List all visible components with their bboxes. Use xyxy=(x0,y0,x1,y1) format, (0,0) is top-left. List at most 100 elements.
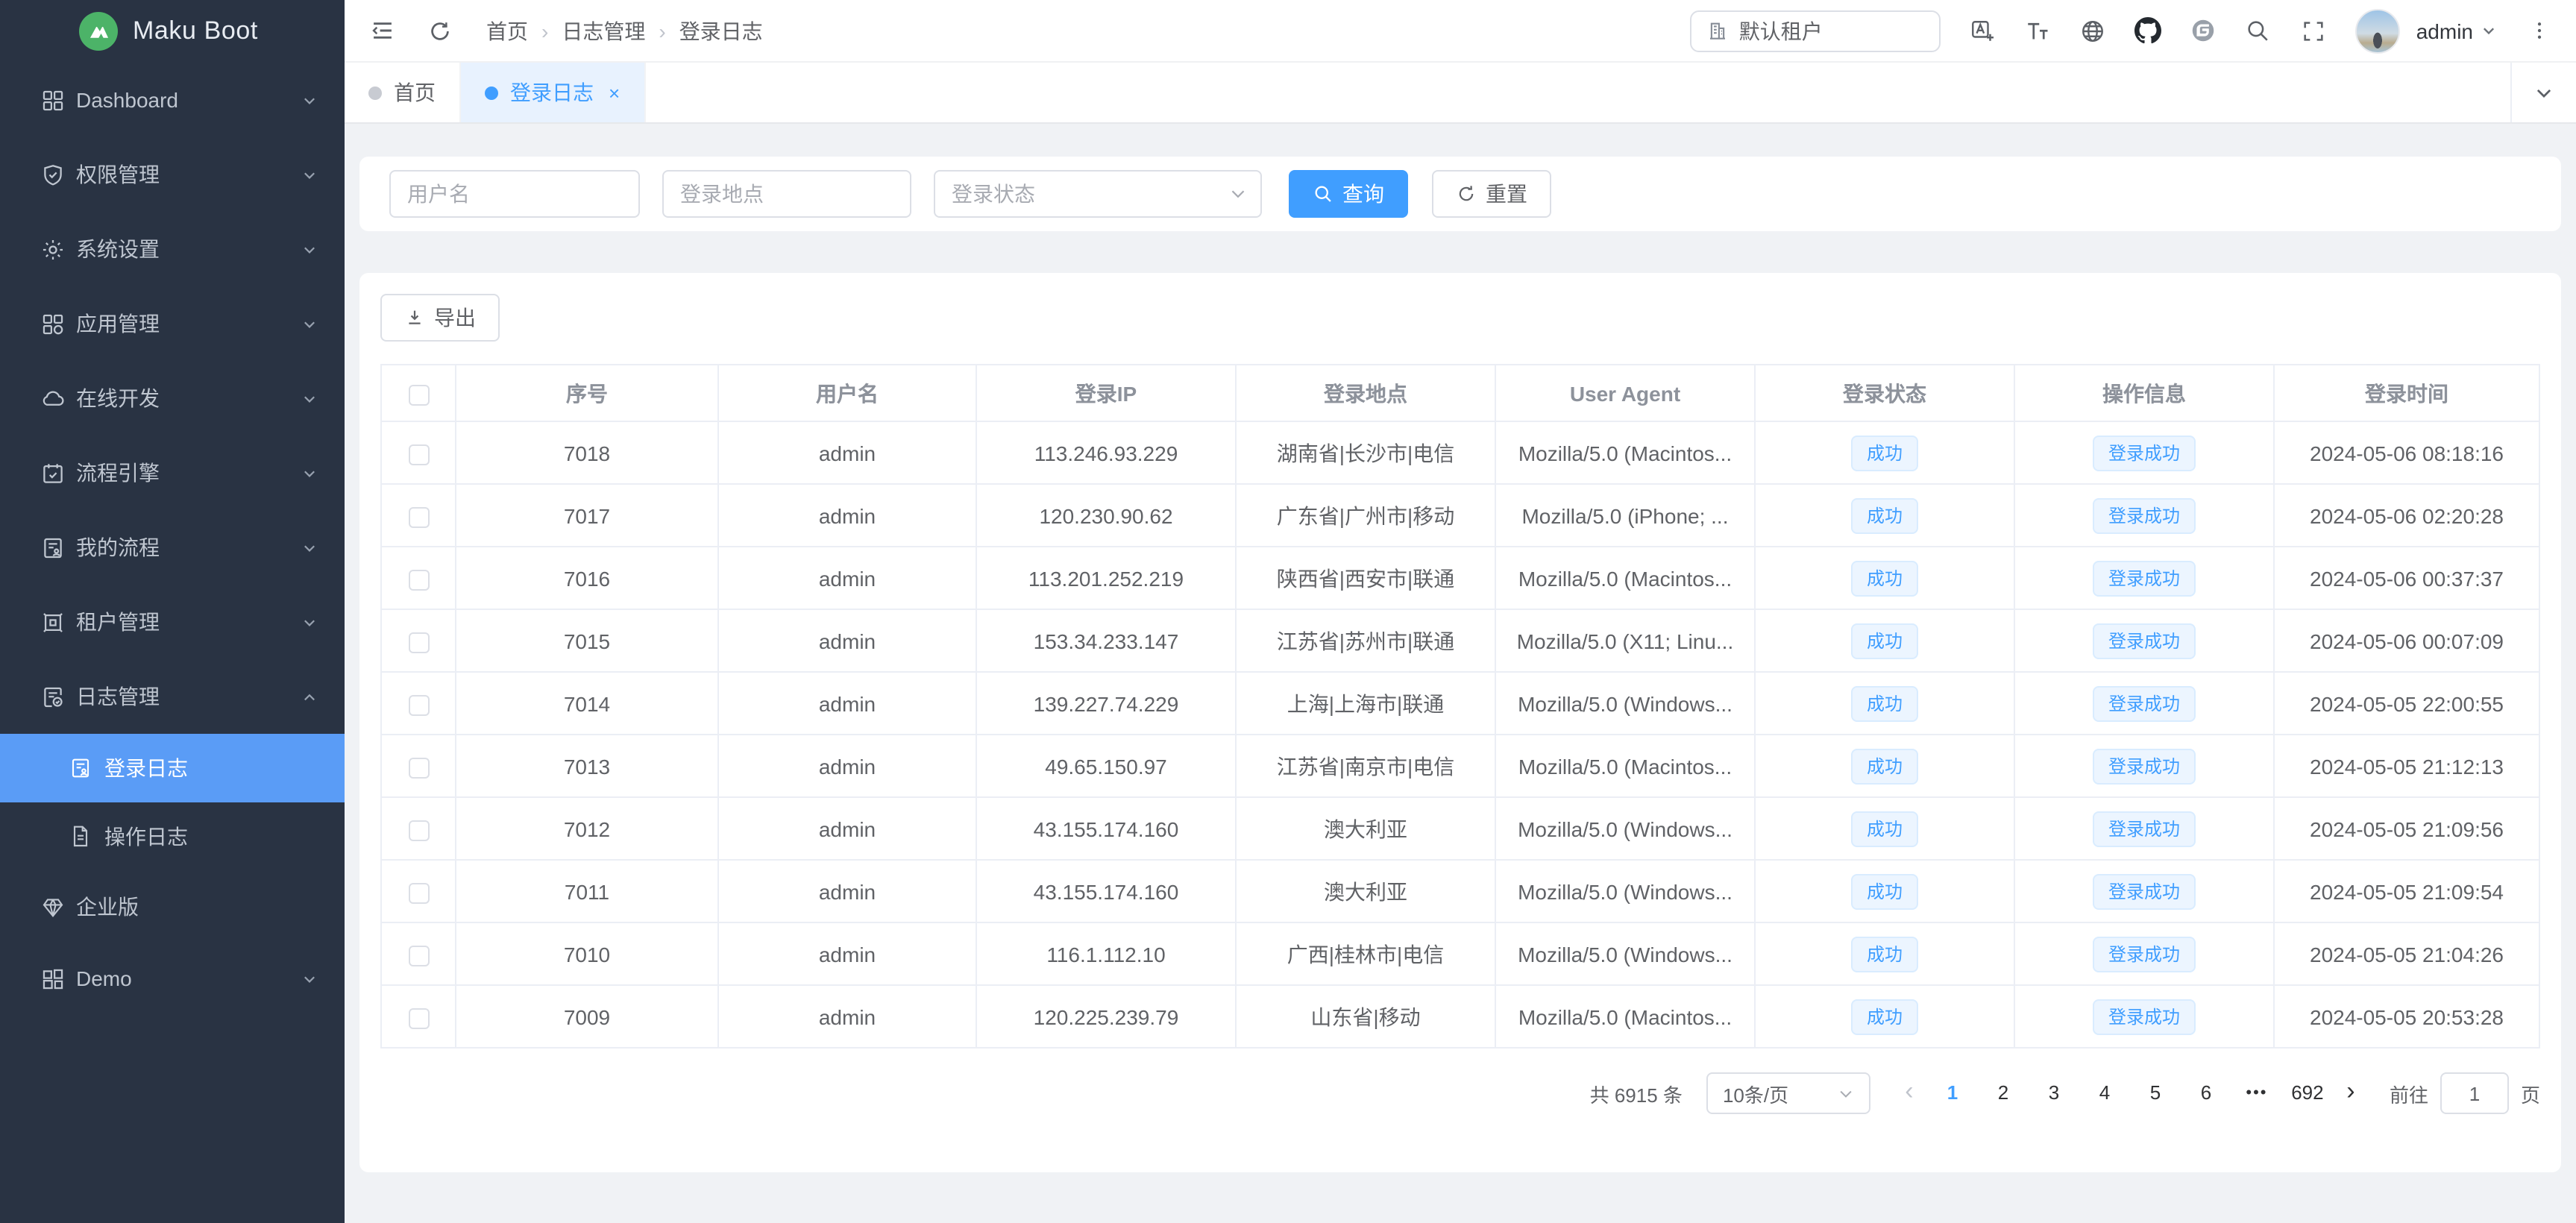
status-badge: 成功 xyxy=(1852,685,1917,721)
logo[interactable]: Maku Boot xyxy=(0,0,345,63)
user-avatar[interactable] xyxy=(2355,8,2400,53)
breadcrumb-home[interactable]: 首页 xyxy=(486,16,528,45)
sidebar-subitem-label: 登录日志 xyxy=(104,753,188,783)
cell-status: 成功 xyxy=(1755,421,2014,484)
sidebar-item-app-management[interactable]: 应用管理 xyxy=(0,286,345,361)
pager-page-5[interactable]: 5 xyxy=(2133,1072,2178,1114)
github-icon[interactable] xyxy=(2134,17,2161,44)
login-status-value[interactable] xyxy=(934,170,1262,218)
sidebar-item-permissions[interactable]: 权限管理 xyxy=(0,137,345,212)
sidebar-item-system-settings[interactable]: 系统设置 xyxy=(0,212,345,286)
row-checkbox[interactable] xyxy=(408,506,429,527)
page-size-select[interactable]: 10条/页 xyxy=(1706,1072,1870,1114)
query-button[interactable]: 查询 xyxy=(1289,170,1408,218)
tab-login-log[interactable]: 登录日志 × xyxy=(461,63,645,122)
tabs-dropdown-button[interactable] xyxy=(2510,63,2576,122)
sidebar-item-dashboard[interactable]: Dashboard xyxy=(0,63,345,137)
row-checkbox[interactable] xyxy=(408,1007,429,1028)
export-button[interactable]: 导出 xyxy=(380,294,500,342)
sidebar-subitem-login-log[interactable]: 登录日志 xyxy=(0,734,345,802)
cell-location: 江苏省|南京市|电信 xyxy=(1236,735,1495,797)
cell-select xyxy=(381,985,456,1048)
login-location-input[interactable] xyxy=(662,170,911,218)
sidebar-item-my-flows[interactable]: 我的流程 xyxy=(0,510,345,585)
search-icon[interactable] xyxy=(2245,17,2272,44)
row-checkbox[interactable] xyxy=(408,444,429,465)
cell-ip: 49.65.150.97 xyxy=(976,735,1236,797)
row-checkbox[interactable] xyxy=(408,569,429,590)
sidebar-item-log-management[interactable]: 日志管理 xyxy=(0,659,345,734)
cell-status: 成功 xyxy=(1755,985,2014,1048)
username-input[interactable] xyxy=(389,170,640,218)
goto-page-input[interactable] xyxy=(2440,1072,2509,1114)
fullscreen-icon[interactable] xyxy=(2300,17,2327,44)
breadcrumb-login-log[interactable]: 登录日志 xyxy=(679,16,763,45)
operation-badge: 登录成功 xyxy=(2093,811,2195,846)
pager-goto: 前往 页 xyxy=(2390,1072,2540,1114)
cell-ip: 116.1.112.10 xyxy=(976,922,1236,985)
operation-badge: 登录成功 xyxy=(2093,873,2195,909)
row-checkbox[interactable] xyxy=(408,694,429,715)
row-checkbox[interactable] xyxy=(408,757,429,778)
pager-next: › xyxy=(2333,1072,2369,1114)
pager-page-2[interactable]: 2 xyxy=(1981,1072,2026,1114)
sidebar-item-label: 在线开发 xyxy=(76,383,160,413)
demo-grid-icon xyxy=(40,966,66,991)
login-status-select[interactable] xyxy=(934,170,1262,218)
pager-page-6[interactable]: 6 xyxy=(2184,1072,2228,1114)
table-row: 7017 admin 120.230.90.62 广东省|广州市|移动 Mozi… xyxy=(381,484,2539,547)
tab-home[interactable]: 首页 xyxy=(345,63,461,122)
cell-username: admin xyxy=(718,735,976,797)
header-select-all xyxy=(381,365,456,421)
user-menu[interactable]: admin xyxy=(2416,19,2497,43)
row-checkbox[interactable] xyxy=(408,632,429,653)
pager-prev-button[interactable]: ‹ xyxy=(1891,1072,1927,1114)
breadcrumb-log-management[interactable]: 日志管理 xyxy=(562,16,645,45)
refresh-icon[interactable] xyxy=(427,17,453,44)
column-header-status: 登录状态 xyxy=(1755,365,2014,421)
collapse-menu-icon[interactable] xyxy=(368,17,395,44)
table-row: 7016 admin 113.201.252.219 陕西省|西安市|联通 Mo… xyxy=(381,547,2539,609)
row-checkbox[interactable] xyxy=(408,882,429,903)
pager-page-4[interactable]: 4 xyxy=(2082,1072,2127,1114)
cell-select xyxy=(381,797,456,860)
sidebar-item-enterprise[interactable]: 企业版 xyxy=(0,871,345,943)
pager-page-1[interactable]: 1 xyxy=(1930,1072,1975,1114)
chevron-down-icon xyxy=(301,92,318,108)
pager-page-3[interactable]: 3 xyxy=(2032,1072,2076,1114)
cell-ip: 113.201.252.219 xyxy=(976,547,1236,609)
chevron-down-icon xyxy=(1838,1085,1854,1101)
page-content: 查询 重置 导出 xyxy=(345,124,2576,1223)
row-checkbox[interactable] xyxy=(408,820,429,840)
select-all-checkbox[interactable] xyxy=(408,384,429,405)
sidebar-subitem-operation-log[interactable]: 操作日志 xyxy=(0,802,345,871)
sidebar-item-demo[interactable]: Demo xyxy=(0,943,345,1014)
sidebar-item-tenant-management[interactable]: 租户管理 xyxy=(0,585,345,659)
font-size-icon[interactable] xyxy=(2024,17,2051,44)
sidebar-item-label: 流程引擎 xyxy=(76,458,160,488)
sidebar-item-online-dev[interactable]: 在线开发 xyxy=(0,361,345,436)
chevron-down-icon xyxy=(301,315,318,332)
translate-icon[interactable] xyxy=(1969,17,1996,44)
cell-username: admin xyxy=(718,421,976,484)
row-checkbox[interactable] xyxy=(408,945,429,966)
globe-icon[interactable] xyxy=(2079,17,2106,44)
pager-next-button[interactable]: › xyxy=(2333,1072,2369,1114)
gitee-icon[interactable] xyxy=(2190,17,2217,44)
tenant-select[interactable]: 默认租户 xyxy=(1690,10,1941,51)
sidebar-item-workflow-engine[interactable]: 流程引擎 xyxy=(0,436,345,510)
table-row: 7015 admin 153.34.233.147 江苏省|苏州市|联通 Moz… xyxy=(381,609,2539,672)
cell-time: 2024-05-06 08:18:16 xyxy=(2274,421,2539,484)
cell-time: 2024-05-05 21:09:56 xyxy=(2274,797,2539,860)
reset-button[interactable]: 重置 xyxy=(1432,170,1551,218)
kebab-menu-icon[interactable] xyxy=(2525,17,2552,44)
pager-ellipsis[interactable]: ••• xyxy=(2234,1072,2279,1114)
cell-username: admin xyxy=(718,672,976,735)
table-row: 7010 admin 116.1.112.10 广西|桂林市|电信 Mozill… xyxy=(381,922,2539,985)
dashboard-icon xyxy=(40,87,66,113)
pager-page-692[interactable]: 692 xyxy=(2285,1072,2330,1114)
cell-user-agent: Mozilla/5.0 (Macintos... xyxy=(1495,547,1755,609)
cell-select xyxy=(381,672,456,735)
operation-badge: 登录成功 xyxy=(2093,560,2195,596)
close-icon[interactable]: × xyxy=(609,81,620,104)
